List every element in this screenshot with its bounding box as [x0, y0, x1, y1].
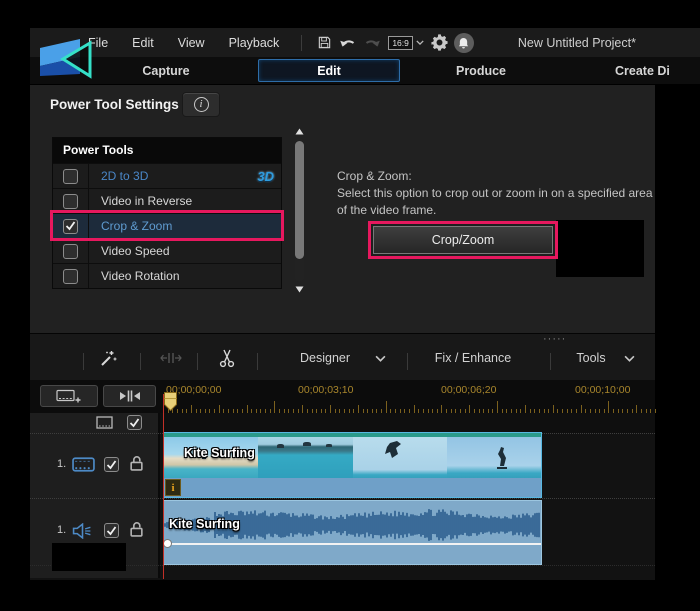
ruler-timecode: 00;00;10;00 [575, 384, 630, 396]
playhead-line[interactable] [163, 394, 164, 579]
info-button[interactable]: i [182, 92, 220, 117]
notification-bell-icon[interactable] [452, 32, 476, 54]
save-icon[interactable] [312, 32, 336, 54]
audio-clip[interactable]: Kite Surfing [163, 500, 542, 565]
video-clip[interactable]: Kite Surfing i [163, 432, 542, 498]
list-item-label: 2D to 3D [101, 169, 257, 183]
powerdirector-logo-icon [38, 36, 94, 85]
info-icon: i [194, 97, 209, 112]
checkbox[interactable] [63, 269, 78, 284]
menu-separator [301, 35, 302, 51]
thumbnail-waves [258, 437, 352, 478]
menu-playback[interactable]: Playback [217, 36, 292, 50]
redo-icon[interactable] [360, 32, 384, 54]
app-window: File Edit View Playback 16:9 New Untitle… [0, 0, 700, 611]
magic-wand-icon[interactable] [94, 346, 122, 370]
list-item-label: Video Rotation [101, 269, 281, 283]
tab-produce[interactable]: Produce [411, 57, 551, 85]
list-item-2d-to-3d[interactable]: 2D to 3D 3D [53, 163, 281, 188]
ruler-timecode: 00;00;06;20 [441, 384, 496, 396]
checkbox[interactable] [63, 169, 78, 184]
panel-resize-handle[interactable]: ····· [543, 333, 566, 345]
trim-icon[interactable] [157, 346, 185, 370]
video-clip-label: Kite Surfing [184, 446, 255, 460]
snap-to-clips-button[interactable] [103, 385, 156, 407]
crop-zoom-highlight-box: Crop/Zoom [368, 221, 558, 259]
list-item-label: Video in Reverse [101, 194, 281, 208]
tab-edit[interactable]: Edit [258, 59, 400, 82]
track-manager-button[interactable] [40, 385, 98, 407]
checkbox[interactable] [63, 219, 78, 234]
redacted-area [52, 543, 126, 571]
list-item-video-speed[interactable]: Video Speed [53, 238, 281, 263]
timeline-tracks: 1. 1. [30, 413, 655, 580]
tab-create-disc[interactable]: Create Di [615, 57, 700, 85]
thumbnail-jump [353, 437, 447, 478]
power-tool-settings-panel: Power Tool Settings i Power Tools 2D to … [30, 85, 655, 333]
timeline-toolbar: Designer Fix / Enhance Tools ····· [30, 333, 655, 380]
tab-capture[interactable]: Capture [96, 57, 236, 85]
volume-rubber-band[interactable] [164, 543, 541, 545]
ruler-timecode: 00;00;03;10 [298, 384, 353, 396]
list-item-label: Video Speed [101, 244, 281, 258]
description-body: Select this option to crop out or zoom i… [337, 185, 659, 219]
tools-button[interactable]: Tools [566, 346, 616, 370]
video-track-lock-icon[interactable] [129, 455, 144, 476]
menu-view[interactable]: View [166, 36, 217, 50]
project-title: New Untitled Project* [518, 36, 636, 50]
chevron-down-icon [416, 40, 424, 45]
settings-gear-icon[interactable] [428, 32, 452, 54]
aspect-ratio-value: 16:9 [388, 36, 413, 50]
clip-info-badge[interactable]: i [165, 479, 181, 496]
audio-clip-label: Kite Surfing [169, 517, 240, 531]
list-item-video-in-reverse[interactable]: Video in Reverse [53, 188, 281, 213]
audio-track-icon[interactable] [72, 523, 93, 544]
fix-enhance-button[interactable]: Fix / Enhance [428, 346, 518, 370]
designer-button[interactable]: Designer [285, 346, 365, 370]
scissors-icon[interactable] [214, 346, 240, 370]
option-description: Crop & Zoom: Select this option to crop … [337, 168, 659, 219]
marker-track-checkbox[interactable] [127, 415, 142, 430]
video-track-number: 1. [57, 458, 66, 470]
3d-badge-icon: 3D [257, 169, 274, 184]
scroll-down-icon[interactable] [293, 283, 306, 295]
checkbox[interactable] [63, 194, 78, 209]
description-title: Crop & Zoom: [337, 168, 659, 185]
timeline-ruler: 00;00;00;00 00;00;03;10 00;00;06;20 00;0… [30, 380, 655, 413]
volume-keyframe-handle[interactable] [163, 539, 172, 548]
playhead-flag[interactable] [164, 392, 177, 416]
menu-edit[interactable]: Edit [120, 36, 166, 50]
ruler-ticks [163, 400, 655, 413]
power-tools-list: Power Tools 2D to 3D 3D Video in Reverse… [52, 137, 282, 289]
list-item-crop-and-zoom[interactable]: Crop & Zoom [53, 213, 281, 238]
list-scrollbar[interactable] [293, 125, 306, 295]
scroll-up-icon[interactable] [293, 125, 306, 137]
list-header: Power Tools [53, 138, 281, 163]
checkbox[interactable] [63, 244, 78, 259]
video-track-icon[interactable] [72, 457, 95, 477]
marker-row-background [160, 413, 655, 433]
scrollbar-thumb[interactable] [295, 141, 304, 259]
aspect-ratio-dropdown[interactable]: 16:9 [388, 36, 424, 50]
undo-icon[interactable] [336, 32, 360, 54]
mode-tab-bar: Capture Edit Produce Create Di [30, 57, 700, 85]
video-track-enable-checkbox[interactable] [104, 457, 119, 472]
panel-title: Power Tool Settings [50, 97, 179, 112]
audio-track-number: 1. [57, 524, 66, 536]
thumbnail-rider [447, 437, 541, 478]
chevron-down-icon[interactable] [622, 346, 636, 370]
audio-track-enable-checkbox[interactable] [104, 523, 119, 538]
marker-track-icon [96, 416, 113, 434]
audio-track-lock-icon[interactable] [129, 521, 144, 542]
list-item-video-rotation[interactable]: Video Rotation [53, 263, 281, 288]
list-item-label: Crop & Zoom [101, 219, 281, 233]
crop-zoom-button[interactable]: Crop/Zoom [373, 226, 553, 254]
menu-bar: File Edit View Playback 16:9 New Untitle… [30, 28, 700, 57]
chevron-down-icon[interactable] [373, 346, 387, 370]
redacted-area [556, 220, 644, 277]
